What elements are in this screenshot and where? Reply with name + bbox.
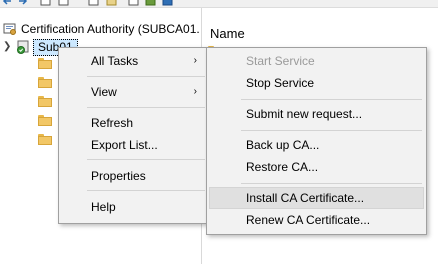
menu-item-help[interactable]: Help	[61, 196, 207, 218]
chevron-down-icon[interactable]: ❯	[3, 38, 11, 56]
menu-item-label: Refresh	[91, 116, 134, 130]
menu-item-export-list[interactable]: Export List...	[61, 134, 207, 156]
menu-item-label: Export List...	[91, 138, 158, 152]
menu-item-stop-service[interactable]: Stop Service	[209, 72, 424, 94]
menu-separator	[87, 107, 205, 108]
stop-icon[interactable]	[162, 0, 173, 6]
menu-item-properties[interactable]: Properties	[61, 165, 207, 187]
menu-item-back-up-ca[interactable]: Back up CA...	[209, 134, 424, 156]
menu-item-label: Restore CA...	[246, 160, 319, 174]
menu-separator	[87, 76, 205, 77]
menu-item-label: Renew CA Certificate...	[246, 213, 371, 227]
menu-item-install-ca-certificate[interactable]: Install CA Certificate...	[209, 187, 424, 209]
folder-icon[interactable]	[38, 115, 52, 126]
ca-server-icon	[17, 40, 29, 54]
menu-separator	[241, 130, 422, 131]
menu-item-label: Stop Service	[246, 76, 315, 90]
menu-item-all-tasks[interactable]: All Tasks ›	[61, 50, 207, 72]
chevron-right-icon: ›	[193, 86, 197, 97]
back-arrow-icon[interactable]	[2, 0, 13, 6]
folder-icon[interactable]	[38, 58, 52, 69]
context-menu: All Tasks › View › Refresh Export List..…	[58, 47, 210, 224]
tree-root-label: Certification Authority (SUBCA01.	[21, 22, 200, 36]
menu-separator	[87, 190, 205, 191]
column-header-name[interactable]: Name	[210, 26, 245, 41]
folder-icon[interactable]	[38, 134, 52, 145]
chevron-right-icon: ›	[193, 55, 197, 66]
menu-item-restore-ca[interactable]: Restore CA...	[209, 156, 424, 178]
properties-icon[interactable]	[58, 0, 69, 6]
folder-icon[interactable]	[38, 96, 52, 107]
refresh-icon[interactable]	[88, 0, 99, 6]
menu-separator	[241, 99, 422, 100]
folder-icon[interactable]	[38, 77, 52, 88]
menu-item-label: Install CA Certificate...	[246, 191, 365, 205]
console-tree-icon[interactable]	[40, 0, 51, 6]
menu-item-label: Back up CA...	[246, 138, 320, 152]
menu-item-label: Help	[91, 200, 116, 214]
export-icon[interactable]	[106, 0, 117, 6]
menu-item-label: View	[91, 85, 117, 99]
all-tasks-submenu: Start Service Stop Service Submit new re…	[206, 47, 427, 235]
action-icon[interactable]	[145, 0, 156, 6]
menu-item-label: Start Service	[246, 54, 315, 68]
certificate-authority-icon	[3, 23, 16, 35]
menu-separator	[241, 183, 422, 184]
menu-item-refresh[interactable]: Refresh	[61, 112, 207, 134]
help-icon[interactable]	[128, 0, 139, 6]
toolbar	[0, 0, 438, 8]
forward-arrow-icon[interactable]	[17, 0, 28, 6]
menu-separator	[87, 159, 205, 160]
menu-item-label: Submit new request...	[246, 107, 363, 121]
menu-item-renew-ca-certificate[interactable]: Renew CA Certificate...	[209, 209, 424, 231]
menu-item-label: Properties	[91, 169, 146, 183]
menu-item-view[interactable]: View ›	[61, 81, 207, 103]
menu-item-submit-new-request[interactable]: Submit new request...	[209, 103, 424, 125]
menu-item-start-service: Start Service	[209, 50, 424, 72]
menu-item-label: All Tasks	[91, 54, 139, 68]
